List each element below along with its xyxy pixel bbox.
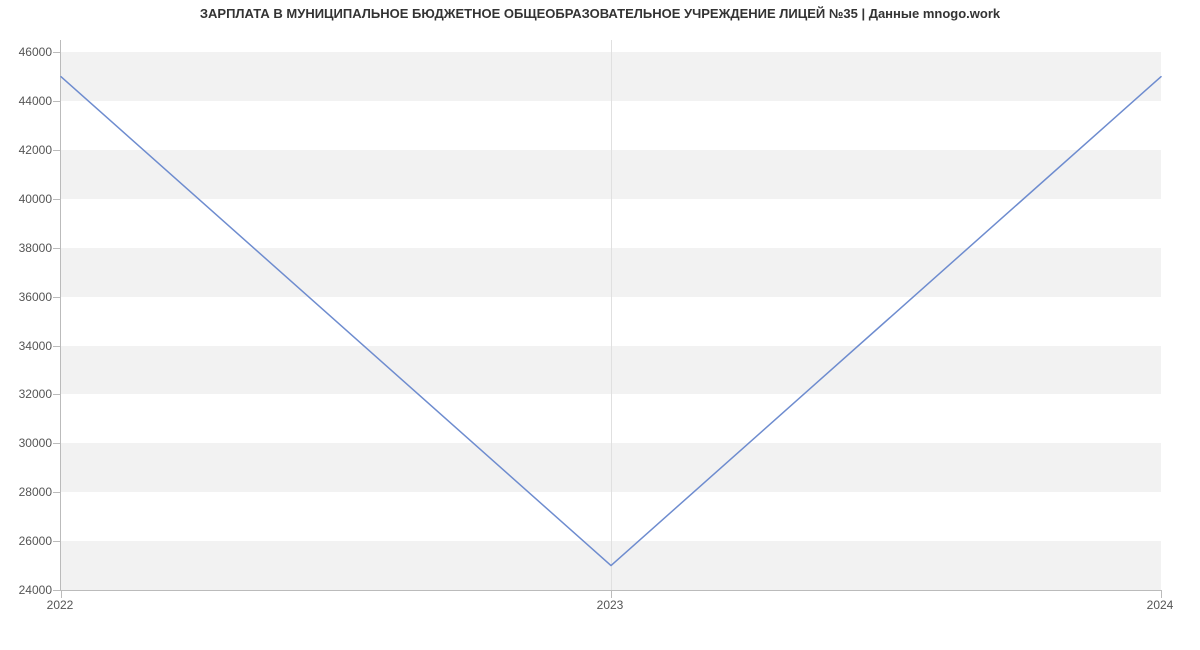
y-tick-label: 44000 <box>19 94 52 108</box>
x-tick-label: 2022 <box>47 598 74 612</box>
y-tick-label: 24000 <box>19 583 52 597</box>
x-tick-label: 2024 <box>1147 598 1174 612</box>
y-tick-label: 42000 <box>19 143 52 157</box>
y-tick <box>53 541 61 542</box>
y-tick-label: 34000 <box>19 339 52 353</box>
y-tick <box>53 297 61 298</box>
y-tick-label: 26000 <box>19 534 52 548</box>
x-tick-label: 2023 <box>597 598 624 612</box>
y-tick <box>53 443 61 444</box>
chart-container: ЗАРПЛАТА В МУНИЦИПАЛЬНОЕ БЮДЖЕТНОЕ ОБЩЕО… <box>0 0 1200 650</box>
y-tick-label: 36000 <box>19 290 52 304</box>
plot-area <box>60 40 1161 591</box>
chart-title: ЗАРПЛАТА В МУНИЦИПАЛЬНОЕ БЮДЖЕТНОЕ ОБЩЕО… <box>0 6 1200 21</box>
y-tick <box>53 394 61 395</box>
x-tick <box>611 590 612 598</box>
y-tick-label: 38000 <box>19 241 52 255</box>
y-tick-label: 28000 <box>19 485 52 499</box>
x-tick <box>1161 590 1162 598</box>
y-tick <box>53 492 61 493</box>
y-tick <box>53 590 61 591</box>
y-tick-label: 30000 <box>19 436 52 450</box>
y-tick-label: 46000 <box>19 45 52 59</box>
y-tick <box>53 150 61 151</box>
line-series <box>61 40 1161 590</box>
y-tick-label: 32000 <box>19 387 52 401</box>
y-tick <box>53 199 61 200</box>
y-tick <box>53 101 61 102</box>
y-tick-label: 40000 <box>19 192 52 206</box>
y-tick <box>53 346 61 347</box>
y-tick <box>53 248 61 249</box>
x-tick <box>61 590 62 598</box>
y-tick <box>53 52 61 53</box>
